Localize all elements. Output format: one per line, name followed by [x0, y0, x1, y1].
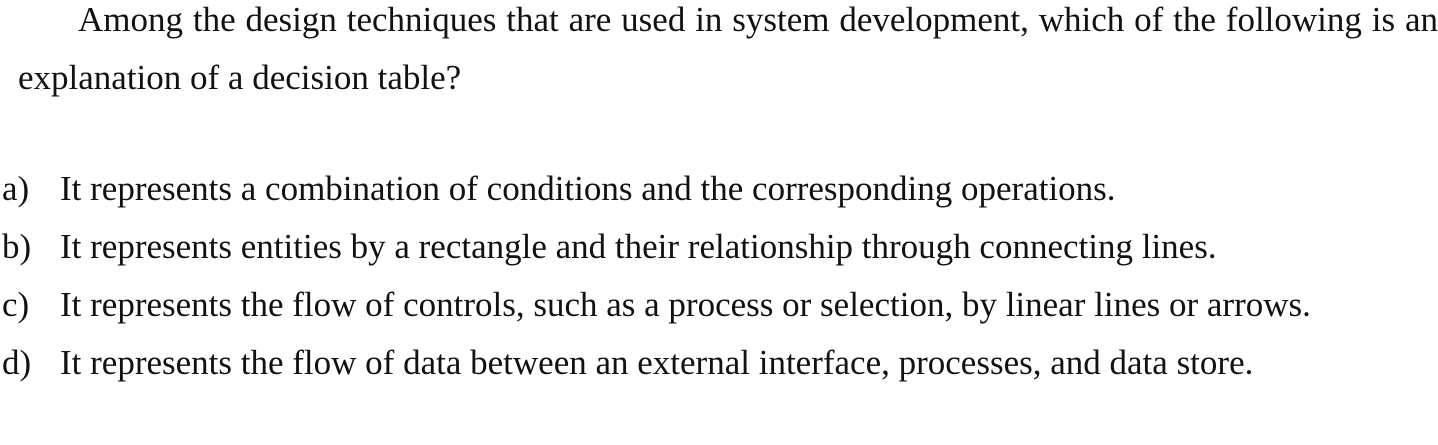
question-text: Among the design techniques that are use…	[18, 0, 1438, 97]
option-text: It represents a combination of condition…	[60, 169, 1116, 208]
option-letter: b)	[2, 227, 32, 266]
option-letter: d)	[2, 343, 32, 382]
option-c[interactable]: c) It represents the flow of controls, s…	[0, 276, 1438, 334]
option-text: It represents entities by a rectangle an…	[60, 227, 1217, 266]
option-text: It represents the flow of controls, such…	[60, 285, 1311, 324]
answer-options: a) It represents a combination of condit…	[0, 160, 1438, 392]
option-b[interactable]: b) It represents entities by a rectangle…	[0, 218, 1438, 276]
option-text: It represents the flow of data between a…	[60, 343, 1254, 382]
option-letter: a)	[2, 169, 30, 208]
option-a[interactable]: a) It represents a combination of condit…	[0, 160, 1438, 218]
option-d[interactable]: d) It represents the flow of data betwee…	[0, 334, 1438, 392]
option-letter: c)	[2, 285, 30, 324]
